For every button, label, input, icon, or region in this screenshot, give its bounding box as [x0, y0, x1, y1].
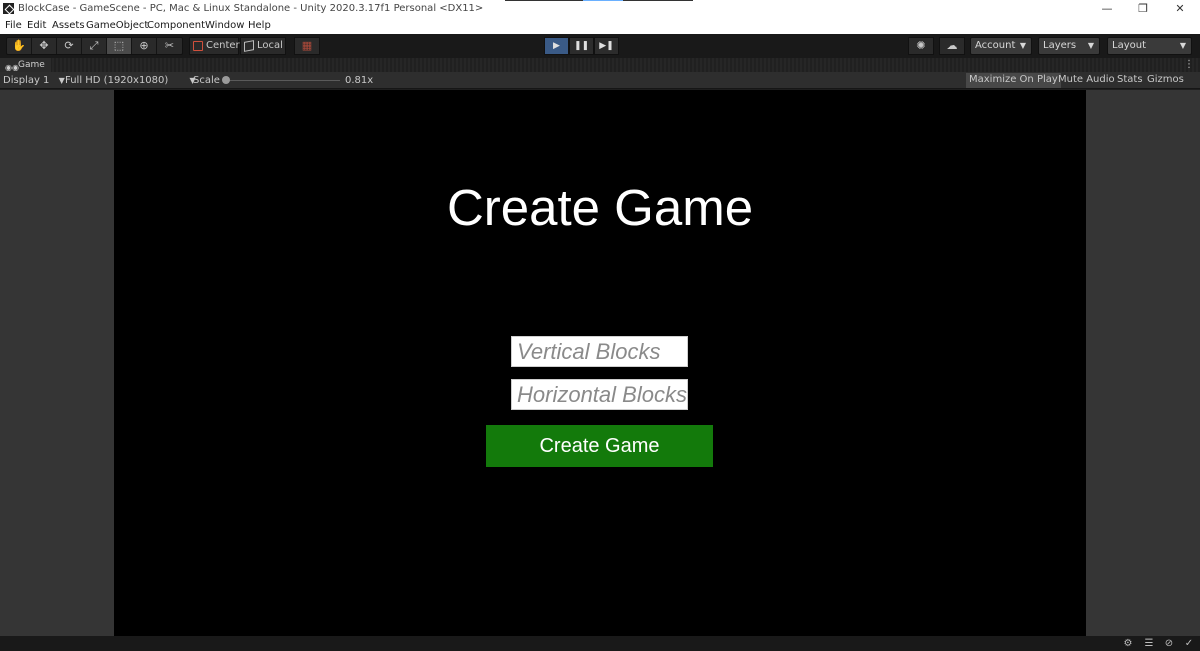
- debug-icon[interactable]: ⊘: [1162, 637, 1176, 650]
- game-screen: Create Game Vertical Blocks Horizontal B…: [114, 90, 1086, 636]
- display-label: Display 1: [3, 75, 50, 86]
- horizontal-blocks-input[interactable]: Horizontal Blocks: [511, 379, 688, 410]
- scale-tool-icon[interactable]: ⤢: [82, 38, 107, 54]
- layout-label: Layout: [1112, 40, 1146, 51]
- transform-tool-icon[interactable]: ⊕: [132, 38, 157, 54]
- main-toolbar: ✋ ✥ ⟳ ⤢ ⬚ ⊕ ✂ Center Local ▦ ▶ ❚❚ ▶❚ ✺ ☁…: [0, 34, 1200, 58]
- resolution-label: Full HD (1920x1080): [65, 75, 169, 86]
- pivot-space-label: Local: [257, 40, 283, 51]
- database-icon[interactable]: ☰: [1142, 637, 1156, 650]
- letterbox-right: [1086, 90, 1200, 636]
- tab-game[interactable]: ◉◉ Game: [0, 58, 51, 72]
- minimize-button[interactable]: —: [1089, 0, 1125, 18]
- menu-edit[interactable]: Edit: [27, 20, 46, 32]
- check-icon[interactable]: ✓: [1182, 637, 1196, 650]
- chevron-down-icon: ▼: [1179, 41, 1186, 50]
- bug-icon[interactable]: ⚙: [1121, 637, 1135, 650]
- rotate-tool-icon[interactable]: ⟳: [57, 38, 82, 54]
- game-view: Create Game Vertical Blocks Horizontal B…: [0, 90, 1200, 636]
- account-label: Account: [975, 40, 1016, 51]
- chevron-down-icon: ▼: [1087, 41, 1094, 50]
- tab-game-label: Game: [18, 60, 45, 70]
- cloud-icon[interactable]: ☁: [939, 37, 965, 55]
- step-icon[interactable]: ▶❚: [594, 37, 619, 55]
- more-options-icon[interactable]: ⋮: [1184, 58, 1194, 71]
- restore-button[interactable]: ❐: [1125, 0, 1161, 18]
- menu-file[interactable]: File: [5, 20, 22, 32]
- gizmos-toggle[interactable]: Gizmos: [1144, 73, 1187, 88]
- close-button[interactable]: ✕: [1162, 0, 1198, 18]
- transform-tools: ✋ ✥ ⟳ ⤢ ⬚ ⊕ ✂: [6, 37, 183, 55]
- pivot-icon: [193, 41, 203, 51]
- unity-logo-icon: [3, 3, 14, 14]
- game-tab-bar: ◉◉ Game ⋮: [0, 58, 1200, 72]
- move-tool-icon[interactable]: ✥: [32, 38, 57, 54]
- status-bar: ⚙ ☰ ⊘ ✓: [0, 636, 1200, 651]
- custom-tool-icon[interactable]: ✂: [157, 38, 182, 54]
- menu-component[interactable]: Component: [147, 20, 205, 32]
- pivot-mode-label: Center: [206, 40, 240, 51]
- chevron-down-icon: ▼: [58, 76, 65, 85]
- scale-slider-track[interactable]: [226, 80, 340, 81]
- rect-tool-icon[interactable]: ⬚: [107, 38, 132, 54]
- menu-bar: File Edit Assets GameObject Component Wi…: [0, 18, 1200, 34]
- pause-icon[interactable]: ❚❚: [569, 37, 594, 55]
- hand-tool-icon[interactable]: ✋: [7, 38, 32, 54]
- cube-icon: [244, 40, 254, 52]
- collab-icon[interactable]: ✺: [908, 37, 934, 55]
- menu-window[interactable]: Window: [205, 20, 244, 32]
- mute-audio-toggle[interactable]: Mute Audio: [1055, 73, 1118, 88]
- title-progress-strip: [505, 0, 693, 1]
- window-title-bar: BlockCase - GameScene - PC, Mac & Linux …: [0, 0, 1200, 18]
- vertical-blocks-input[interactable]: Vertical Blocks: [511, 336, 688, 367]
- window-title: BlockCase - GameScene - PC, Mac & Linux …: [18, 3, 484, 14]
- layout-dropdown[interactable]: Layout ▼: [1107, 37, 1192, 55]
- scale-slider-thumb[interactable]: [222, 76, 230, 84]
- create-game-button[interactable]: Create Game: [486, 425, 713, 467]
- game-options-bar: Display 1 ▼ Full HD (1920x1080) ▼ Scale …: [0, 72, 1200, 89]
- scale-label: Scale: [193, 75, 220, 86]
- resolution-dropdown[interactable]: Full HD (1920x1080) ▼: [65, 74, 196, 87]
- account-dropdown[interactable]: Account ▼: [970, 37, 1032, 55]
- maximize-on-play-toggle[interactable]: Maximize On Play: [966, 73, 1061, 88]
- scale-value: 0.81x: [345, 75, 374, 86]
- layers-dropdown[interactable]: Layers ▼: [1038, 37, 1100, 55]
- pivot-mode-button[interactable]: Center: [189, 37, 240, 55]
- game-title: Create Game: [446, 179, 754, 236]
- menu-assets[interactable]: Assets: [52, 20, 85, 32]
- layers-label: Layers: [1043, 40, 1077, 51]
- pivot-space-button[interactable]: Local: [240, 37, 286, 55]
- letterbox-left: [0, 90, 114, 636]
- menu-gameobject[interactable]: GameObject: [86, 20, 148, 32]
- play-icon[interactable]: ▶: [544, 37, 569, 55]
- grid-snap-icon[interactable]: ▦: [294, 37, 320, 55]
- chevron-down-icon: ▼: [1019, 41, 1026, 50]
- menu-help[interactable]: Help: [248, 20, 271, 32]
- play-controls: ▶ ❚❚ ▶❚: [544, 37, 619, 55]
- stats-toggle[interactable]: Stats: [1114, 73, 1146, 88]
- display-dropdown[interactable]: Display 1 ▼: [3, 74, 65, 87]
